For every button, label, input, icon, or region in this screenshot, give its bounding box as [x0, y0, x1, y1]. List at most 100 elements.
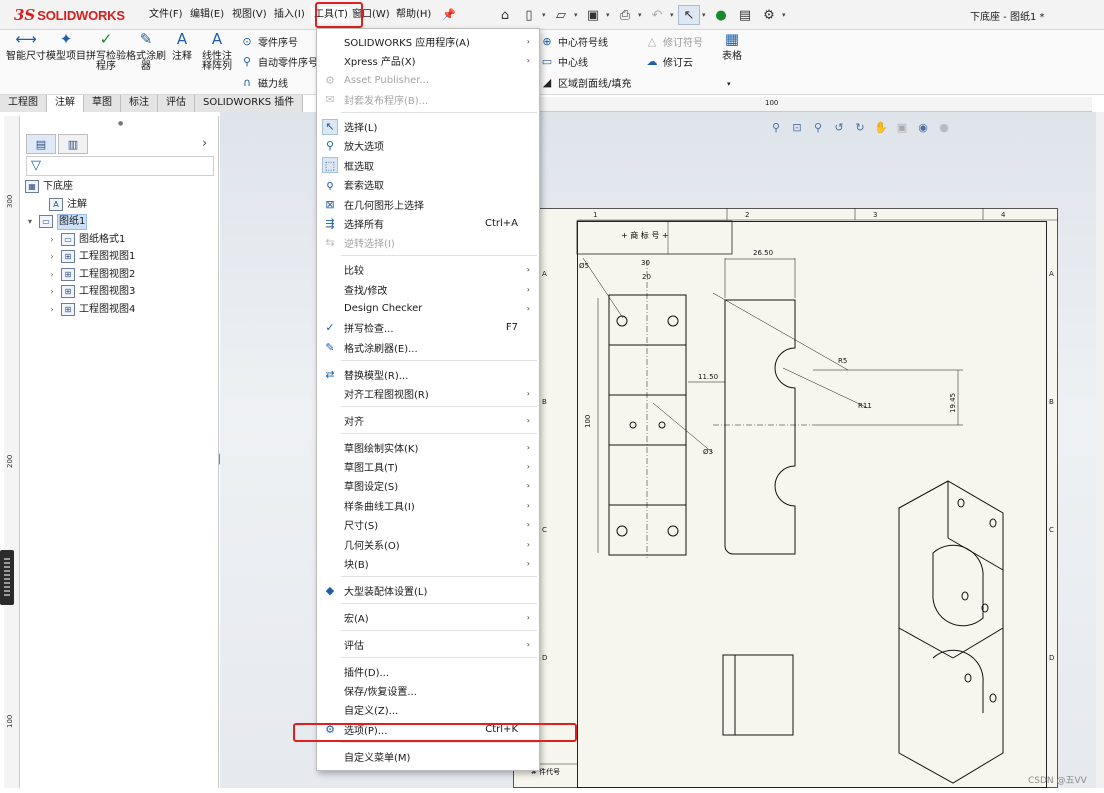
open-icon[interactable]: ▱ [550, 5, 572, 25]
tab-annotation[interactable]: 注解 [47, 95, 84, 112]
solidworks-logo[interactable]: 3S SOLIDWORKS [14, 5, 125, 25]
linear-note-pattern-button[interactable]: A 线性注释阵列 [198, 32, 236, 72]
tab-markup[interactable]: 标注 [121, 95, 158, 112]
tab-evaluate[interactable]: 评估 [158, 95, 195, 112]
select-pointer-icon[interactable]: ↖ [678, 5, 700, 25]
menu-item[interactable]: 对齐工程图视图(R) › [318, 384, 538, 403]
chevron-down-icon[interactable]: ▾ [25, 213, 35, 231]
centerline-button[interactable]: ▭ 中心线 [540, 52, 588, 70]
menu-item[interactable]: ✓ 拼写检查... F7 [318, 318, 538, 337]
menu-item[interactable]: ⚲ 放大选项 [318, 136, 538, 155]
hide-show-items-icon[interactable]: ◉ [915, 119, 931, 135]
zoom-to-area-icon[interactable]: ⊡ [789, 119, 805, 135]
menu-item[interactable]: 样条曲线工具(I) › [318, 496, 538, 515]
menu-item[interactable]: SOLIDWORKS 应用程序(A) › [318, 32, 538, 51]
table-button[interactable]: ▦ 表格 [716, 32, 748, 62]
menu-view[interactable]: 视图(V) [229, 7, 271, 23]
balloon-button[interactable]: ⊙ 零件序号 [240, 32, 298, 50]
revision-cloud-button[interactable]: ☁ 修订云 [645, 52, 694, 70]
menu-item[interactable]: 对齐 › [318, 411, 538, 430]
area-hatch-button[interactable]: ◢ 区域剖面线/填充 [540, 73, 632, 91]
menu-item[interactable]: ϙ 套索选取 [318, 175, 538, 194]
new-dropdown-icon[interactable]: ▾ [542, 11, 548, 19]
chevron-right-icon[interactable]: › [47, 248, 57, 266]
tree-node[interactable]: › ⊞ 工程图视图1 [25, 248, 217, 266]
options-gear-icon[interactable]: ⚙ [758, 5, 780, 25]
save-icon[interactable]: ▣ [582, 5, 604, 25]
feature-tree-filter[interactable]: ▽ [26, 156, 214, 176]
home-icon[interactable]: ⌂ [494, 5, 516, 25]
menu-help[interactable]: 帮助(H) [393, 7, 439, 23]
menu-item[interactable]: ⚙ Asset Publisher... [318, 71, 538, 90]
auto-balloon-button[interactable]: ⚲ 自动零件序号 [240, 52, 318, 70]
menu-item[interactable]: 尺寸(S) › [318, 515, 538, 534]
tab-sketch[interactable]: 草图 [84, 95, 121, 112]
zoom-in-out-icon[interactable]: ⚲ [810, 119, 826, 135]
magnetic-line-button[interactable]: ∩ 磁力线 [240, 73, 288, 91]
undo-dropdown-icon[interactable]: ▾ [670, 11, 676, 19]
menu-item[interactable]: ✉ 封套发布程序(B)... [318, 90, 538, 109]
side-panel-handle[interactable] [0, 550, 14, 605]
menu-item[interactable]: 评估 › [318, 635, 538, 654]
chevron-right-icon[interactable]: › [47, 231, 57, 249]
panel-grip-icon[interactable]: ● [118, 120, 123, 127]
print-icon[interactable]: ⎙ [614, 5, 636, 25]
menu-item[interactable]: 查找/修改 › [318, 279, 538, 298]
menu-item[interactable]: Design Checker › [318, 299, 538, 318]
pan-icon[interactable]: ✋ [873, 119, 889, 135]
file-properties-icon[interactable]: ▤ [734, 5, 756, 25]
menu-insert[interactable]: 插入(I) [271, 7, 311, 23]
print-dropdown-icon[interactable]: ▾ [638, 11, 644, 19]
rebuild-icon[interactable]: ● [710, 5, 732, 25]
menu-edit[interactable]: 编辑(E) [187, 7, 229, 23]
center-mark-button[interactable]: ⊕ 中心符号线 [540, 32, 608, 50]
tree-node[interactable]: A 注解 [25, 196, 217, 214]
menu-item[interactable]: 比较 › [318, 260, 538, 279]
revision-symbol-button[interactable]: △ 修订符号 [645, 32, 703, 50]
menu-item[interactable]: 宏(A) › [318, 608, 538, 627]
smart-dimension-button[interactable]: ⟷ 智能尺寸 [6, 32, 46, 62]
open-dropdown-icon[interactable]: ▾ [574, 11, 580, 19]
menu-item[interactable]: 草图工具(T) › [318, 457, 538, 476]
menu-item[interactable]: 草图设定(S) › [318, 476, 538, 495]
tree-node[interactable]: › ⊞ 工程图视图3 [25, 283, 217, 301]
menu-item[interactable]: ✎ 格式涂刷器(E)... [318, 337, 538, 356]
vertical-scrollbar[interactable] [1096, 112, 1104, 788]
menu-item[interactable]: ⇄ 替换模型(R)... [318, 364, 538, 383]
menu-item[interactable]: ⊠ 在几何图形上选择 [318, 194, 538, 213]
model-items-button[interactable]: ✦ 模型项目 [46, 32, 86, 62]
note-button[interactable]: A 注释 [164, 32, 200, 62]
menu-item[interactable]: ⇆ 逆转选择(I) [318, 233, 538, 252]
tab-drawing[interactable]: 工程图 [0, 95, 47, 112]
tree-node[interactable]: ▦ 下底座 [25, 178, 217, 196]
chevron-right-icon[interactable]: › [47, 266, 57, 284]
tree-node[interactable]: › ⊞ 工程图视图2 [25, 266, 217, 284]
menu-item[interactable]: 草图绘制实体(K) › [318, 438, 538, 457]
zoom-to-fit-icon[interactable]: ⚲ [768, 119, 784, 135]
menu-file[interactable]: 文件(F) [146, 7, 187, 23]
select-dropdown-icon[interactable]: ▾ [702, 11, 708, 19]
undo-icon[interactable]: ↶ [646, 5, 668, 25]
rotate-view-icon[interactable]: ↻ [852, 119, 868, 135]
tree-node[interactable]: ▾ ▭ 图纸1 [25, 213, 217, 231]
display-style-icon[interactable]: ● [936, 119, 952, 135]
menu-item[interactable]: Xpress 产品(X) › [318, 51, 538, 70]
menu-item[interactable]: 保存/恢复设置... [318, 681, 538, 700]
menu-item[interactable]: 块(B) › [318, 554, 538, 573]
tree-node[interactable]: › ▭ 图纸格式1 [25, 231, 217, 249]
tree-node[interactable]: › ⊞ 工程图视图4 [25, 301, 217, 319]
previous-view-icon[interactable]: ↺ [831, 119, 847, 135]
chevron-right-icon[interactable]: › [202, 136, 207, 151]
chevron-right-icon[interactable]: › [47, 283, 57, 301]
save-dropdown-icon[interactable]: ▾ [606, 11, 612, 19]
menu-item[interactable]: 自定义菜单(M) [318, 747, 538, 766]
menu-item[interactable]: ↖ 选择(L) [318, 117, 538, 136]
menu-item[interactable]: ⬚ 框选取 [318, 156, 538, 175]
table-dropdown-icon[interactable]: ▾ [727, 80, 731, 88]
property-manager-tab-icon[interactable]: ▥ [58, 134, 88, 154]
format-painter-button[interactable]: ✎ 格式涂刷器 [126, 32, 166, 72]
spell-checker-button[interactable]: ✓ 拼写检验程序 [86, 32, 126, 72]
menu-item[interactable]: 插件(D)... [318, 662, 538, 681]
feature-manager-tab-icon[interactable]: ▤ [26, 134, 56, 154]
options-dropdown-icon[interactable]: ▾ [782, 11, 788, 19]
